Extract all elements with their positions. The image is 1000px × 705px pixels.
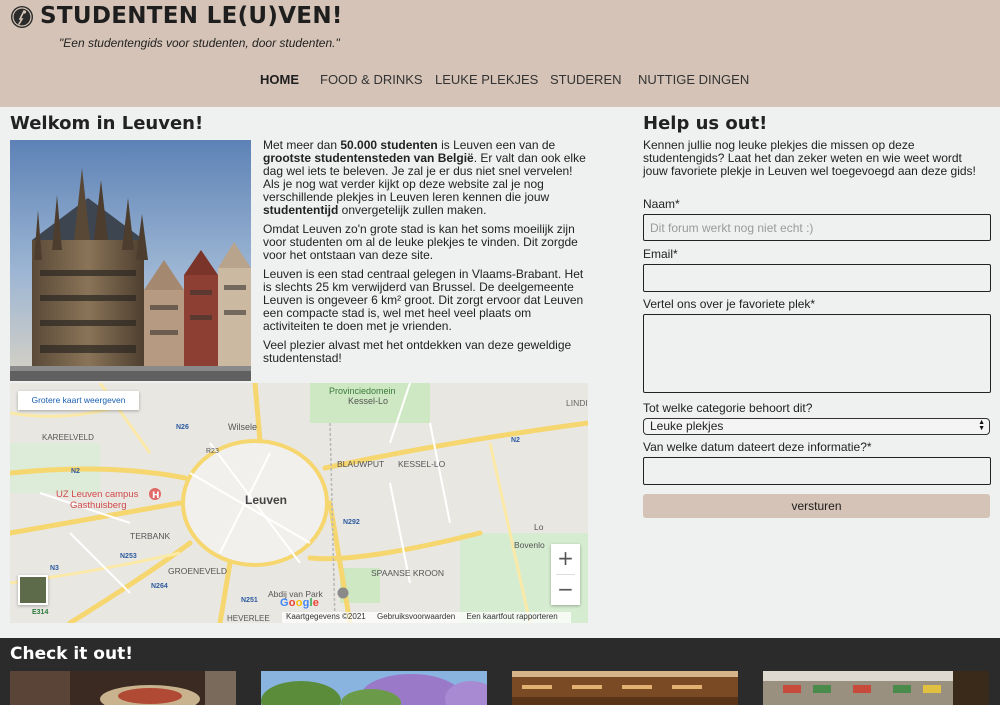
zoom-in-button[interactable]: + — [551, 544, 580, 574]
map-label-terbank: TERBANK — [130, 531, 170, 541]
select-arrows-icon: ▲ ▼ — [978, 419, 985, 432]
site-header: STUDENTEN LE(U)VEN! "Een studentengids v… — [0, 0, 1000, 107]
intro-paragraph-4: Veel plezier alvast met het ontdekken va… — [263, 338, 572, 365]
svg-text:H: H — [152, 491, 160, 501]
map-terms-link[interactable]: Gebruiksvoorwaarden — [377, 612, 455, 621]
map-label-n2-west: N2 — [71, 468, 80, 475]
favorite-place-textarea[interactable] — [643, 314, 991, 393]
map-label-n264: N264 — [151, 583, 168, 590]
map-data-credit: Kaartgegevens ©2021 — [286, 612, 366, 621]
map-label-provinciedomein: Provinciedomein — [329, 386, 396, 396]
email-label: Email* — [643, 247, 678, 261]
map-label-leuven: Leuven — [245, 493, 287, 507]
map-label-n3: N3 — [50, 565, 59, 572]
map-label-n292: N292 — [343, 519, 360, 526]
help-heading: Help us out! — [643, 113, 768, 134]
intro-paragraph-3: Leuven is een stad centraal gelegen in V… — [263, 267, 584, 333]
map-label-linden: LINDI — [566, 398, 588, 408]
map-zoom-control: + − — [551, 544, 580, 605]
zoom-out-button[interactable]: − — [551, 575, 580, 605]
map-label-r23-north: R23 — [206, 448, 219, 455]
site-title[interactable]: STUDENTEN LE(U)VEN! — [40, 3, 343, 29]
map-label-n2-east: N2 — [511, 437, 520, 444]
satellite-toggle[interactable] — [18, 575, 48, 605]
map-label-kessel-lo: KESSEL-LO — [398, 459, 446, 469]
category-select[interactable]: Leuke plekjes ▲ ▼ — [643, 418, 990, 435]
welcome-heading: Welkom in Leuven! — [10, 113, 204, 134]
town-hall-photo — [10, 140, 251, 381]
site-tagline: "Een studentengids voor studenten, door … — [59, 36, 340, 50]
map-label-groeneveld: GROENEVELD — [168, 566, 227, 576]
map-label-uz-leuven: UZ Leuven campus — [56, 489, 139, 500]
nav-item-nuttige-dingen[interactable]: NUTTIGE DINGEN — [638, 72, 749, 87]
map-label-bovenlo: Bovenlo — [514, 540, 545, 550]
map-label-n26: N26 — [176, 424, 189, 431]
nav-item-food-drinks[interactable]: FOOD & DRINKS — [320, 72, 423, 87]
map-label-blauwput: BLAUWPUT — [337, 459, 384, 469]
shop-thumbnail[interactable] — [763, 671, 989, 705]
intro-text: Met meer dan 50.000 studenten is Leuven … — [263, 139, 591, 371]
map-footer: Kaartgegevens ©2021 Gebruiksvoorwaarden … — [282, 612, 571, 623]
nav-item-studeren[interactable]: STUDEREN — [550, 72, 622, 87]
map-report-error-link[interactable]: Een kaartfout rapporteren — [466, 612, 557, 621]
food-thumbnail[interactable] — [10, 671, 236, 705]
email-field[interactable] — [643, 264, 991, 292]
map-label-kessel-lo-top: Kessel-Lo — [348, 396, 388, 406]
intro-paragraph-1: Met meer dan 50.000 studenten is Leuven … — [263, 138, 586, 217]
name-field[interactable] — [643, 214, 991, 241]
pin-icon — [11, 6, 33, 28]
check-it-out-heading: Check it out! — [10, 644, 133, 664]
date-field[interactable] — [643, 457, 991, 485]
embedded-map[interactable]: H Provinciedomein Kessel-Lo LINDI N26 KA… — [10, 383, 588, 623]
library-thumbnail[interactable] — [512, 671, 738, 705]
google-logo: Google — [280, 597, 320, 609]
map-label-heverlee: HEVERLEE — [227, 614, 270, 623]
map-label-wilsele: Wilsele — [228, 422, 257, 432]
help-intro-text: Kennen jullie nog leuke plekjes die miss… — [643, 138, 976, 178]
map-label-n253: N253 — [120, 553, 137, 560]
map-label-n251: N251 — [241, 597, 258, 604]
main-nav: HOME FOOD & DRINKS LEUKE PLEKJES STUDERE… — [0, 72, 1000, 90]
map-label-gasthuisberg: Gasthuisberg — [70, 500, 127, 511]
favorite-place-label: Vertel ons over je favoriete plek* — [643, 297, 816, 311]
submit-button[interactable]: versturen — [643, 494, 990, 518]
map-label-kareelveld: KAREELVELD — [42, 433, 94, 442]
map-label-lo: Lo — [534, 522, 544, 532]
date-label: Van welke datum dateert deze informatie?… — [643, 440, 872, 454]
larger-map-button[interactable]: Grotere kaart weergeven — [18, 391, 139, 410]
nav-item-leuke-plekjes[interactable]: LEUKE PLEKJES — [435, 72, 538, 87]
nav-item-home[interactable]: HOME — [260, 72, 299, 87]
intro-paragraph-2: Omdat Leuven zo'n grote stad is kan het … — [263, 222, 578, 262]
category-select-value: Leuke plekjes — [650, 419, 724, 433]
map-label-spaanse-kroon: SPAANSE KROON — [371, 568, 444, 578]
category-label: Tot welke categorie behoort dit? — [643, 401, 813, 415]
park-thumbnail[interactable] — [261, 671, 487, 705]
name-label: Naam* — [643, 197, 680, 211]
check-it-out-section: Check it out! — [0, 638, 1000, 705]
map-label-e314: E314 — [32, 609, 48, 616]
